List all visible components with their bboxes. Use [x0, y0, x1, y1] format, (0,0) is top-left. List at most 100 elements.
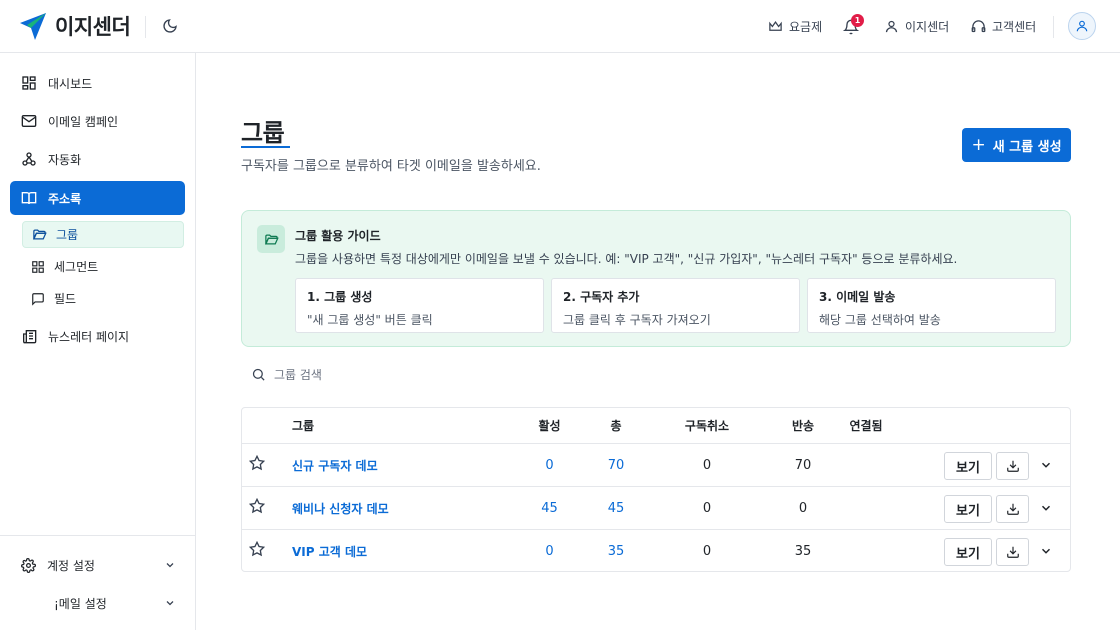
table-row[interactable]: 신규 구독자 데모 0 70 0 70 보기 [242, 444, 1070, 487]
nav-support[interactable]: 고객센터 [971, 0, 1036, 53]
bounced-count: 70 [794, 457, 812, 473]
folder-open-icon [257, 225, 285, 253]
sidebar-item-automation[interactable]: 자동화 [10, 142, 185, 176]
download-icon [1006, 546, 1019, 558]
sidebar-footer: 계정 설정 ¡메일 설정 [0, 535, 195, 630]
guide-step-desc: 그룹 클릭 후 구독자 가져오기 [563, 313, 711, 327]
search-input[interactable] [274, 367, 474, 382]
paper-plane-logo-icon [20, 13, 46, 40]
nav-support-label: 고객센터 [992, 20, 1037, 34]
header-divider-right [1053, 16, 1054, 38]
download-button[interactable] [996, 495, 1029, 523]
sidebar-item-label: 이메일 캠페인 [48, 114, 119, 129]
unsubscribed-count: 0 [702, 544, 712, 559]
active-count[interactable]: 0 [527, 444, 572, 486]
logo[interactable]: 이지센더 [19, 11, 131, 41]
group-name-link[interactable]: 신규 구독자 데모 [292, 444, 378, 486]
sidebar-item-campaigns[interactable]: 이메일 캠페인 [10, 104, 185, 138]
group-name-link[interactable]: VIP 고객 데모 [292, 530, 367, 573]
logo-text: 이지센더 [55, 15, 131, 39]
groups-table: 그룹 활성 총 구독취소 반송 연결됨 신규 구독자 데모 0 70 0 70 … [241, 407, 1071, 572]
nav-account-label: 이지센더 [905, 20, 950, 34]
sidebar-item-label: 뉴스레터 페이지 [48, 329, 130, 344]
notification-count-badge: 1 [851, 14, 864, 27]
headset-icon [971, 20, 986, 33]
sidebar: 대시보드 이메일 캠페인 자동화 주소록 그룹 세그먼트 필드 뉴스레터 페이지… [0, 53, 196, 630]
page-title: 그룹 [241, 119, 285, 147]
column-header-total: 총 [610, 419, 622, 433]
connected-value [840, 530, 892, 573]
new-group-button-label: 새 그룹 생성 [992, 139, 1062, 155]
avatar[interactable] [1068, 12, 1096, 40]
table-row[interactable]: VIP 고객 데모 0 35 0 35 보기 [242, 530, 1070, 573]
search-icon [252, 368, 265, 381]
nav-pricing[interactable]: 요금제 [768, 0, 822, 53]
folder-open-icon [32, 229, 47, 240]
sidebar-subitem-label: 세그먼트 [54, 260, 99, 274]
view-button[interactable]: 보기 [944, 538, 992, 566]
bounced-count: 35 [794, 544, 812, 559]
chevron-down-icon [166, 563, 174, 568]
new-group-button[interactable]: + 새 그룹 생성 [962, 128, 1071, 162]
total-count[interactable]: 45 [594, 487, 638, 529]
guide-title: 그룹 활용 가이드 [295, 229, 381, 243]
guide-step-desc: "새 그룹 생성" 버튼 클릭 [307, 313, 433, 327]
sidebar-footer-label: ¡메일 설정 [54, 596, 107, 611]
view-button[interactable]: 보기 [944, 495, 992, 523]
bounced-count: 0 [798, 500, 808, 516]
guide-step: 3. 이메일 발송 해당 그룹 선택하여 발송 [807, 278, 1056, 333]
sidebar-item-dashboard[interactable]: 대시보드 [10, 66, 185, 100]
guide-step: 2. 구독자 추가 그룹 클릭 후 구독자 가져오기 [551, 278, 800, 333]
sidebar-subitem-label: 그룹 [56, 228, 79, 242]
star-icon[interactable] [249, 498, 265, 514]
sidebar-subitem-label: 필드 [54, 292, 77, 306]
star-icon[interactable] [249, 455, 265, 471]
sidebar-item-label: 대시보드 [48, 76, 93, 91]
moon-icon[interactable] [162, 18, 178, 38]
sidebar-item-newsletter[interactable]: 뉴스레터 페이지 [10, 319, 185, 353]
download-icon [1006, 503, 1019, 515]
active-count[interactable]: 0 [527, 530, 572, 573]
table-row[interactable]: 웨비나 신청자 데모 45 45 0 0 보기 [242, 487, 1070, 530]
table-header: 그룹 활성 총 구독취소 반송 연결됨 [242, 408, 1070, 444]
guide-step-title: 2. 구독자 추가 [563, 290, 640, 304]
plus-icon: + [971, 134, 986, 155]
group-search [251, 367, 474, 382]
sidebar-subitem-fields[interactable]: 필드 [22, 285, 184, 312]
nav-account[interactable]: 이지센더 [884, 0, 949, 53]
group-guide-panel: 그룹 활용 가이드 그룹을 사용하면 특정 대상에게만 이메일을 보낼 수 있습… [241, 210, 1071, 347]
sidebar-item-label: 자동화 [48, 152, 82, 167]
sidebar-account-settings[interactable]: 계정 설정 [21, 553, 176, 577]
active-count[interactable]: 45 [527, 487, 572, 529]
sidebar-mail-settings[interactable]: ¡메일 설정 [21, 591, 176, 615]
guide-step-title: 1. 그룹 생성 [307, 290, 373, 304]
chevron-down-icon[interactable] [1039, 544, 1053, 558]
gear-icon [21, 557, 36, 573]
download-button[interactable] [996, 538, 1029, 566]
sidebar-item-contacts[interactable]: 주소록 [10, 181, 185, 215]
chevron-down-icon[interactable] [1039, 501, 1053, 515]
crown-icon [769, 21, 782, 31]
unsubscribed-count: 0 [702, 457, 712, 473]
download-button[interactable] [996, 452, 1029, 480]
total-count[interactable]: 35 [594, 530, 638, 573]
view-button[interactable]: 보기 [944, 452, 992, 480]
header-divider [145, 16, 146, 38]
column-header-unsubscribed: 구독취소 [684, 419, 730, 433]
guide-step-desc: 해당 그룹 선택하여 발송 [819, 313, 941, 327]
sidebar-subitem-segments[interactable]: 세그먼트 [22, 253, 184, 280]
total-count[interactable]: 70 [594, 444, 638, 486]
sidebar-footer-label: 계정 설정 [47, 558, 95, 573]
mail-icon [21, 115, 37, 127]
connected-value [840, 487, 892, 529]
page-subtitle: 구독자를 그룹으로 분류하여 타겟 이메일을 발송하세요. [241, 159, 541, 174]
automation-icon [22, 152, 36, 166]
star-icon[interactable] [249, 541, 265, 557]
chevron-down-icon[interactable] [1039, 458, 1053, 472]
newspaper-icon [23, 330, 37, 344]
column-header-active: 활성 [538, 419, 561, 433]
connected-value [840, 444, 892, 486]
book-icon [21, 192, 37, 205]
sidebar-subitem-groups[interactable]: 그룹 [22, 221, 184, 248]
group-name-link[interactable]: 웨비나 신청자 데모 [292, 487, 389, 529]
